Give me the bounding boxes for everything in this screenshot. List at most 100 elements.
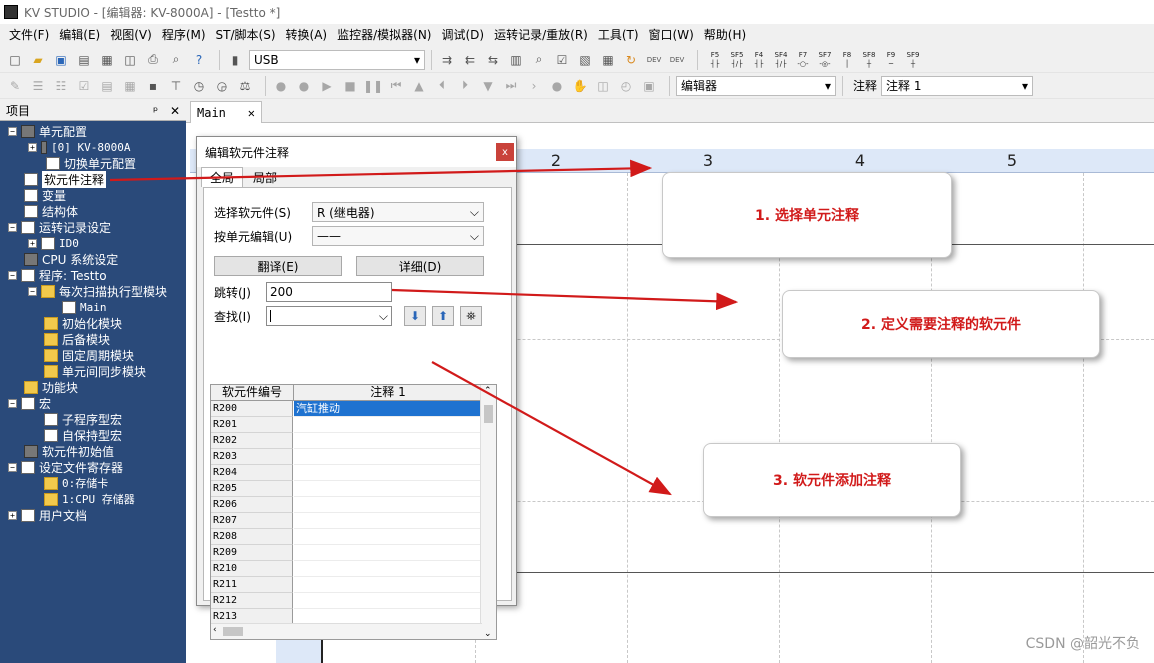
scan-time-icon[interactable]: ▣ (640, 77, 658, 95)
tree-item-device-comment[interactable]: 软元件注释 (24, 170, 107, 188)
device-write-icon[interactable]: ▪ (144, 77, 162, 95)
play-icon[interactable]: ▶ (318, 77, 336, 95)
record-stop-icon[interactable]: ● (295, 77, 313, 95)
tree-item-file-register[interactable]: − 设定文件寄存器 (8, 459, 123, 475)
menu-tools[interactable]: 工具(T) (593, 24, 644, 46)
simulator-icon[interactable]: ▧ (576, 51, 594, 69)
tree-item-standby-module[interactable]: 后备模块 (44, 331, 110, 347)
binoculars-icon[interactable]: ⛯ (460, 306, 482, 326)
stop-icon[interactable]: ■ (341, 77, 359, 95)
zoom-icon[interactable]: ⌕ (167, 51, 185, 69)
list-icon[interactable]: ☰ (29, 77, 47, 95)
rewind-icon[interactable]: ⏮ (387, 77, 405, 95)
comment-cell[interactable] (294, 433, 480, 449)
jump-input[interactable]: 200 (266, 282, 392, 302)
timer-icon[interactable]: ◷ (190, 77, 208, 95)
table-row[interactable]: R211 (211, 577, 496, 593)
step-down-icon[interactable]: ▼ (479, 77, 497, 95)
checklist-icon[interactable]: ☑ (75, 77, 93, 95)
tree-item-fixed-cycle-module[interactable]: 固定周期模块 (44, 347, 134, 363)
comment-cell[interactable] (294, 465, 480, 481)
comment-cell[interactable]: 汽缸推动 (294, 401, 480, 417)
table-row[interactable]: R200 汽缸推动 (211, 401, 496, 417)
dev-icon[interactable]: DEV (645, 51, 663, 69)
pin-icon[interactable]: ᵖ (153, 104, 158, 118)
grid-icon[interactable]: ▦ (121, 77, 139, 95)
comment-cell[interactable] (294, 545, 480, 561)
counter-icon[interactable]: ◶ (213, 77, 231, 95)
scroll-down-icon[interactable]: ⌄ (484, 629, 492, 639)
horizontal-scrollbar[interactable]: ‹ (211, 623, 482, 639)
tree-item-unit-config[interactable]: − 单元配置 (8, 123, 87, 139)
detail-button[interactable]: 详细(D) (356, 256, 484, 276)
scale-icon[interactable]: ⚖ (236, 77, 254, 95)
step-up-icon[interactable]: ▲ (410, 77, 428, 95)
open-folder-icon[interactable]: ▰ (29, 51, 47, 69)
tree-item-program[interactable]: − 程序: Testto (8, 267, 107, 283)
menu-st-script[interactable]: ST/脚本(S) (211, 24, 281, 46)
comment-cell[interactable] (294, 513, 480, 529)
scroll-left-icon[interactable]: ‹ (213, 625, 217, 635)
tree-item-cpu-memory[interactable]: 1:CPU 存储器 (44, 491, 135, 507)
scroll-thumb[interactable] (484, 405, 493, 423)
list-numbered-icon[interactable]: ☷ (52, 77, 70, 95)
tree-item-function-block[interactable]: 功能块 (24, 379, 78, 395)
verify-icon[interactable]: ⇆ (484, 51, 502, 69)
table-row[interactable]: R207 (211, 513, 496, 529)
arrow-down-icon[interactable]: ⬇ (404, 306, 426, 326)
refresh-icon[interactable]: ↻ (622, 51, 640, 69)
tree-item-main[interactable]: Main (62, 299, 107, 315)
scroll-thumb[interactable] (223, 627, 243, 636)
tree-item-memory-card[interactable]: 0:存储卡 (44, 475, 108, 491)
tree-item-cpu-settings[interactable]: CPU 系统设定 (24, 251, 118, 267)
table-row[interactable]: R204 (211, 465, 496, 481)
f9-line-icon[interactable]: F9 ─ (880, 51, 902, 69)
f8-line-icon[interactable]: F8 │ (836, 51, 858, 69)
tree-item-scan-module[interactable]: − 每次扫描执行型模块 (28, 283, 167, 299)
branch-icon[interactable]: ⊤ (167, 77, 185, 95)
device-icon[interactable]: ▦ (98, 51, 116, 69)
menu-file[interactable]: 文件(F) (4, 24, 54, 46)
menu-convert[interactable]: 转换(A) (281, 24, 333, 46)
table-row[interactable]: R209 (211, 545, 496, 561)
break-icon[interactable]: ● (548, 77, 566, 95)
comment-cell[interactable] (294, 497, 480, 513)
fast-forward-icon[interactable]: ⏭ (502, 77, 520, 95)
tree-item-sync-module[interactable]: 单元间同步模块 (44, 363, 146, 379)
sf7-coil-icon[interactable]: SF7 -◎- (814, 51, 836, 69)
tree-item-self-hold-macro[interactable]: 自保持型宏 (44, 427, 122, 443)
new-file-icon[interactable]: □ (6, 51, 24, 69)
grid-icon[interactable]: ▦ (599, 51, 617, 69)
monitor-icon[interactable]: ▥ (507, 51, 525, 69)
clock-icon[interactable]: ◴ (617, 77, 635, 95)
sf8-line-icon[interactable]: SF8 ┼ (858, 51, 880, 69)
tree-item-operation-record[interactable]: − 运转记录设定 (8, 219, 111, 235)
comment-cell[interactable] (294, 529, 480, 545)
tab-main[interactable]: Main ✕ (190, 101, 262, 123)
table-row[interactable]: R203 (211, 449, 496, 465)
save-icon[interactable]: ▣ (52, 51, 70, 69)
search-icon[interactable]: ⌕ (530, 51, 548, 69)
preview-icon[interactable]: ◫ (121, 51, 139, 69)
step-back-icon[interactable]: ⏴ (433, 77, 451, 95)
table-row[interactable]: R202 (211, 433, 496, 449)
tree-item-subroutine-macro[interactable]: 子程序型宏 (44, 411, 122, 427)
print-icon[interactable]: ⎙ (144, 51, 162, 69)
menu-help[interactable]: 帮助(H) (699, 24, 751, 46)
tree-item-user-docs[interactable]: + 用户文档 (8, 507, 87, 523)
comment-cell[interactable] (294, 417, 480, 433)
comment-cell[interactable] (294, 449, 480, 465)
record-icon[interactable]: ● (272, 77, 290, 95)
tree-item-kv8000a[interactable]: + [0] KV-8000A (28, 139, 130, 155)
f5-contact-icon[interactable]: F5 ┤├ (704, 51, 726, 69)
table-row[interactable]: R205 (211, 481, 496, 497)
vertical-scrollbar[interactable]: ⌃ ⌄ (480, 385, 496, 639)
sf9-line-icon[interactable]: SF9 ┼ (902, 51, 924, 69)
menu-debug[interactable]: 调试(D) (436, 24, 489, 46)
pen-icon[interactable]: ✎ (6, 77, 24, 95)
close-icon[interactable]: ✕ (170, 104, 180, 118)
step-forward-icon[interactable]: ⏵ (456, 77, 474, 95)
find-input[interactable]: ⌵ (266, 306, 392, 326)
scroll-up-icon[interactable]: ⌃ (484, 386, 492, 396)
device-type-select[interactable]: R (继电器) ⌵ (312, 202, 484, 222)
